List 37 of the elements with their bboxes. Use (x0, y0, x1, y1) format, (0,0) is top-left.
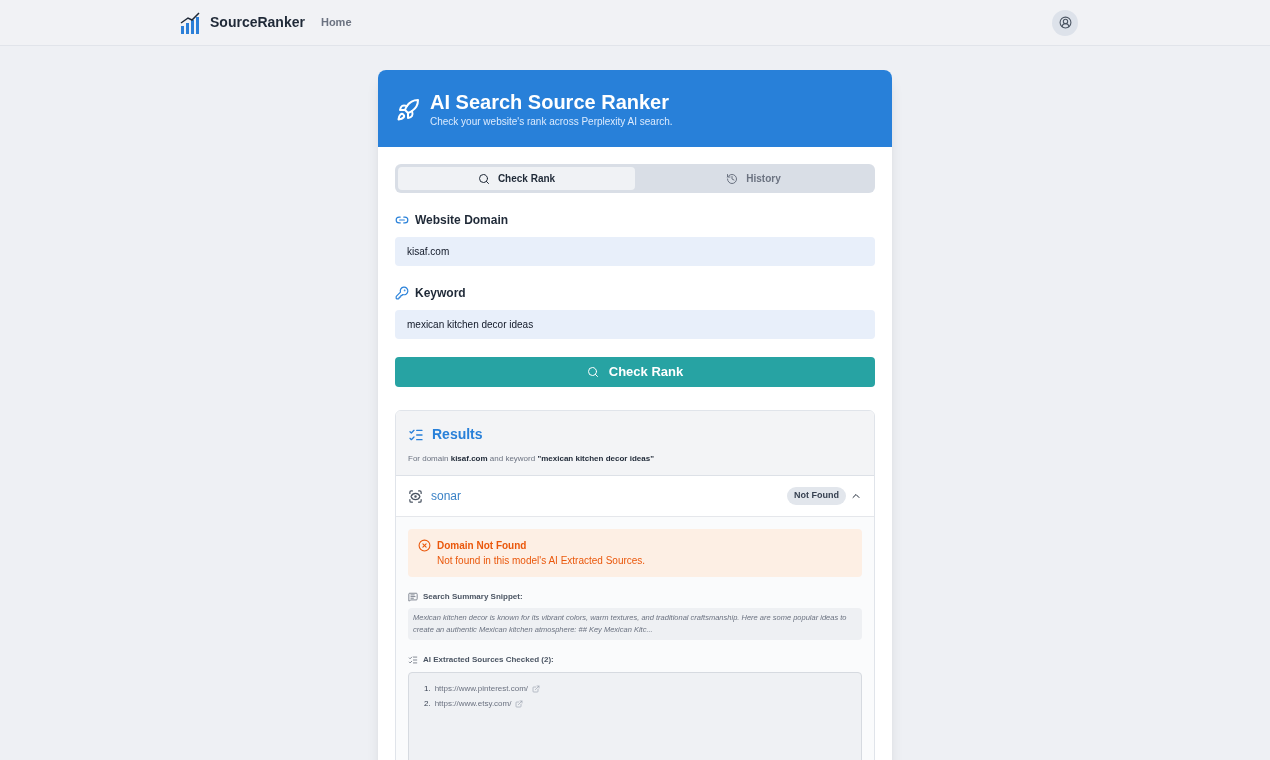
model-name: sonar (431, 488, 462, 505)
list-number: 2. (424, 697, 431, 710)
page-title: AI Search Source Ranker (430, 90, 670, 114)
bar-chart-logo-icon (180, 11, 202, 34)
input-field[interactable]: kisaf.com (395, 237, 875, 266)
checklist-icon (408, 655, 418, 665)
search-icon (586, 366, 599, 378)
snippet-label: Search Summary Snippet: (423, 591, 523, 603)
field-label: Website Domain (415, 212, 509, 229)
tab[interactable]: History (635, 167, 872, 190)
external-link-icon (532, 684, 541, 693)
scan-icon (408, 488, 423, 504)
tab[interactable]: Check Rank (398, 167, 635, 190)
user-icon (1058, 16, 1072, 29)
nav-link[interactable]: Home (320, 14, 352, 31)
list-number: 1. (424, 682, 431, 695)
history-icon (726, 172, 739, 185)
page-subtitle: Check your website's rank across Perplexity AI search. (430, 115, 673, 129)
rocket-icon (396, 97, 420, 122)
search-icon (477, 172, 490, 185)
source-link[interactable]: https://www.pinterest.com/ (434, 682, 529, 695)
results-title: Results (432, 425, 483, 444)
alert-title: Domain Not Found (437, 539, 528, 553)
sources-label: AI Extracted Sources Checked (2): (423, 654, 554, 666)
field-label: Keyword (415, 285, 466, 302)
link-icon (395, 213, 409, 227)
input-field[interactable]: mexican kitchen decor ideas (395, 310, 875, 339)
results-description: For domain kisaf.com and keyword "mexican kitchen decor ideas" (408, 453, 655, 465)
source-link[interactable]: https://www.etsy.com/ (434, 697, 512, 710)
alert-message: Not found in this model's AI Extracted Sources. (437, 554, 646, 568)
key-icon (395, 286, 409, 300)
error-icon (418, 539, 431, 552)
status-badge: Not Found (787, 487, 846, 505)
external-link-icon (515, 699, 524, 708)
profile-button[interactable] (1052, 9, 1078, 36)
message-icon (408, 592, 418, 602)
brand-name[interactable]: SourceRanker (210, 12, 305, 33)
